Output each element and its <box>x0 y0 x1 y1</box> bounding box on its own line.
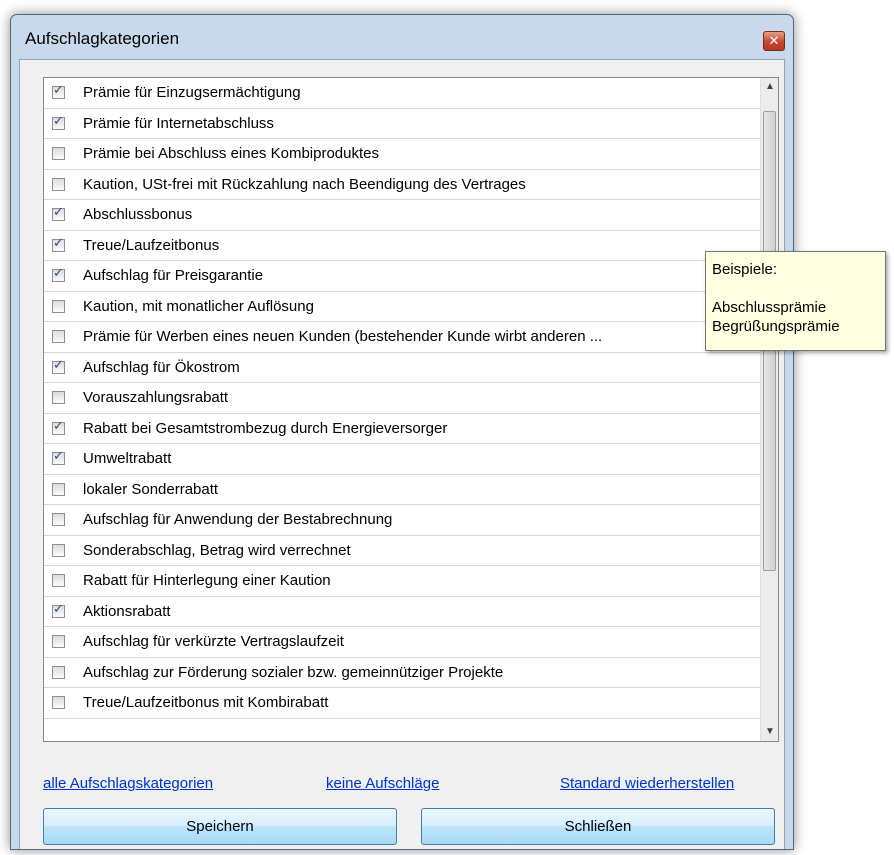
list-item[interactable]: Umweltrabatt <box>44 444 761 475</box>
checkbox[interactable] <box>52 635 65 648</box>
list-item-label: Prämie bei Abschluss eines Kombiprodukte… <box>83 145 379 162</box>
checkbox[interactable] <box>52 574 65 587</box>
list-item[interactable]: Aufschlag für verkürzte Vertragslaufzeit <box>44 627 761 658</box>
list-item[interactable]: Kaution, USt-frei mit Rückzahlung nach B… <box>44 169 761 200</box>
tooltip-line: Abschlussprämie <box>712 299 827 316</box>
checkbox[interactable] <box>52 83 65 99</box>
list-item-label: Rabatt bei Gesamtstrombezug durch Energi… <box>83 419 448 437</box>
checkbox[interactable] <box>52 696 65 709</box>
dialog-client-area: Prämie für Einzugsermächtigung Prämie für… <box>19 59 785 849</box>
checkbox[interactable] <box>52 236 65 252</box>
list-item-label: Treue/Laufzeitbonus mit Kombirabatt <box>83 694 329 711</box>
save-button[interactable]: Speichern <box>43 808 397 845</box>
list-item-label: Aufschlag für verkürzte Vertragslaufzeit <box>83 633 344 650</box>
checkbox[interactable] <box>52 114 65 130</box>
list-item[interactable]: Prämie für Werben eines neuen Kunden (be… <box>44 322 761 353</box>
list-item-label: Aufschlag für Anwendung der Bestabrechnu… <box>83 511 393 528</box>
list-item-label: Treue/Laufzeitbonus <box>83 236 220 254</box>
restore-default-link[interactable]: Standard wiederherstellen <box>560 775 734 792</box>
checkbox[interactable] <box>52 177 65 191</box>
checkbox[interactable] <box>52 449 65 465</box>
list-item-label: Umweltrabatt <box>83 450 172 467</box>
list-item-label: Aktionsrabatt <box>83 602 171 620</box>
list-item[interactable]: Rabatt für Hinterlegung einer Kaution <box>44 566 761 597</box>
list-item-label: Sonderabschlag, Betrag wird verrechnet <box>83 541 351 559</box>
checkbox[interactable] <box>52 543 65 557</box>
list-item-label: Prämie für Einzugsermächtigung <box>83 84 301 101</box>
checkbox[interactable] <box>52 419 65 435</box>
list-item[interactable]: Prämie für Internetabschluss <box>44 108 761 139</box>
list-item[interactable]: Treue/Laufzeitbonus mit Kombirabatt <box>44 688 761 719</box>
list-item[interactable]: Kaution, mit monatlicher Auflösung <box>44 291 761 322</box>
close-icon[interactable]: ✕ <box>763 31 785 51</box>
list-item[interactable]: Aufschlag für Anwendung der Bestabrechnu… <box>44 505 761 536</box>
select-all-link[interactable]: alle Aufschlagskategorien <box>43 775 213 792</box>
list-item[interactable]: Aufschlag für Preisgarantie <box>44 261 761 292</box>
list-item-label: Aufschlag zur Förderung sozialer bzw. ge… <box>83 663 504 681</box>
list-item[interactable]: Aufschlag zur Förderung sozialer bzw. ge… <box>44 657 761 688</box>
scroll-down-icon[interactable]: ▼ <box>761 723 778 741</box>
quick-select-links: alle Aufschlagskategorien keine Aufschlä… <box>20 775 784 797</box>
list-item-label: Prämie für Werben eines neuen Kunden (be… <box>83 328 603 345</box>
list-item[interactable]: Abschlussbonus <box>44 200 761 231</box>
scroll-up-icon[interactable]: ▲ <box>761 78 778 96</box>
select-none-link[interactable]: keine Aufschläge <box>326 775 439 792</box>
window-title: Aufschlagkategorien <box>25 29 180 48</box>
list-item-label: Rabatt für Hinterlegung einer Kaution <box>83 572 331 589</box>
checkbox[interactable] <box>52 513 65 526</box>
checkbox[interactable] <box>52 358 65 374</box>
list-item[interactable]: Prämie für Einzugsermächtigung <box>44 78 761 109</box>
list-item-label: Aufschlag für Ökostrom <box>83 358 240 376</box>
list-item[interactable]: Vorauszahlungsrabatt <box>44 383 761 414</box>
list-item[interactable]: Aktionsrabatt <box>44 596 761 627</box>
list-item[interactable]: Sonderabschlag, Betrag wird verrechnet <box>44 535 761 566</box>
list-item[interactable]: Aufschlag für Ökostrom <box>44 352 761 383</box>
checkbox[interactable] <box>52 299 65 313</box>
checkbox[interactable] <box>52 266 65 282</box>
checkbox[interactable] <box>52 147 65 160</box>
checkbox[interactable] <box>52 391 65 404</box>
list-item-label: Abschlussbonus <box>83 206 193 223</box>
list-item[interactable]: lokaler Sonderrabatt <box>44 474 761 505</box>
close-button[interactable]: Schließen <box>421 808 775 845</box>
tooltip-line: Begrüßungsprämie <box>712 318 840 335</box>
title-bar[interactable]: Aufschlagkategorien ✕ <box>11 15 793 59</box>
checkbox[interactable] <box>52 482 65 496</box>
checkbox[interactable] <box>52 665 65 679</box>
vertical-scrollbar[interactable]: ▲ ▼ <box>760 78 778 741</box>
list-item-label: Vorauszahlungsrabatt <box>83 389 229 406</box>
tooltip-heading: Beispiele: <box>712 261 778 278</box>
checklist-rows: Prämie für Einzugsermächtigung Prämie für… <box>44 78 761 719</box>
list-item-label: Prämie für Internetabschluss <box>83 114 274 132</box>
category-checklist[interactable]: Prämie für Einzugsermächtigung Prämie für… <box>43 77 779 742</box>
list-item-label: Aufschlag für Preisgarantie <box>83 267 264 284</box>
checkbox[interactable] <box>52 602 65 618</box>
checkbox[interactable] <box>52 330 65 343</box>
list-item[interactable]: Prämie bei Abschluss eines Kombiprodukte… <box>44 139 761 170</box>
list-item-label: lokaler Sonderrabatt <box>83 480 219 498</box>
dialog-window: Aufschlagkategorien ✕ Prämie für Einzugs… <box>10 14 794 850</box>
list-item[interactable]: Treue/Laufzeitbonus <box>44 230 761 261</box>
list-item[interactable]: Rabatt bei Gesamtstrombezug durch Energi… <box>44 413 761 444</box>
examples-tooltip: Beispiele: Abschlussprämie Begrüßungsprä… <box>705 251 886 351</box>
list-item-label: Kaution, mit monatlicher Auflösung <box>83 297 314 315</box>
list-item-label: Kaution, USt-frei mit Rückzahlung nach B… <box>83 175 526 193</box>
checkbox[interactable] <box>52 205 65 221</box>
